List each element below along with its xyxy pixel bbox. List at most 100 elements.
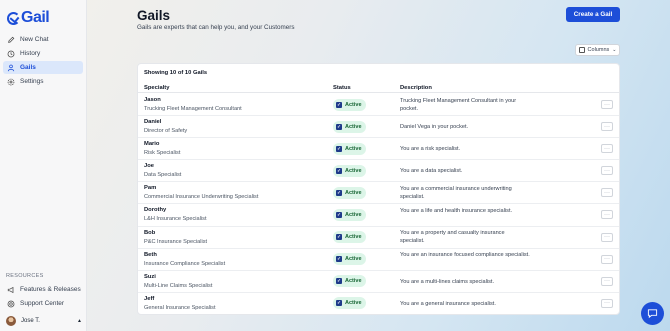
checkbox-checked-icon: ✓ [336, 189, 342, 196]
chevron-down-icon: ⌄ [612, 47, 617, 53]
table-row[interactable]: Bob P&C Insurance Specialist ✓ Active You ar… [138, 227, 619, 249]
sidebar-item-support-center[interactable]: Support Center [3, 297, 83, 310]
table-row[interactable]: Pam Commercial Insurance Underwriting Spe… [138, 182, 619, 205]
caret-up-icon: ▲ [77, 317, 82, 324]
status-label: Active [345, 189, 362, 196]
more-horizontal-icon: ··· [604, 123, 610, 130]
table-row[interactable]: Jeff General Insurance Specialist ✓ Active Y… [138, 293, 619, 315]
table-row[interactable]: Daniel Director of Safety ✓ Active Daniel Ve… [138, 116, 619, 139]
brand-name: Gail [21, 9, 50, 26]
table-row[interactable]: Joe Data Specialist ✓ Active You are a data … [138, 160, 619, 183]
sidebar-item-label: Gails [20, 64, 36, 71]
more-horizontal-icon: ··· [604, 167, 610, 174]
sidebar-item-label: History [20, 50, 41, 57]
row-actions-button[interactable]: ··· [601, 298, 613, 308]
gail-description: You are a commercial insurance underwrit… [400, 185, 512, 200]
sidebar-item-label: New Chat [20, 36, 49, 43]
checkbox-checked-icon: ✓ [336, 256, 342, 263]
table-row[interactable]: Beth Insurance Compliance Specialist ✓ Acti… [138, 249, 619, 271]
row-actions-button[interactable]: ··· [601, 188, 613, 198]
user-menu[interactable]: Jose T. ▲ [6, 315, 82, 326]
sidebar-item-settings[interactable]: Settings [3, 75, 83, 88]
gails-table: Showing 10 of 10 Gails Specialty Status … [137, 63, 620, 315]
gail-specialty: Commercial Insurance Underwriting Specia… [144, 194, 259, 201]
status-label: Active [345, 278, 362, 285]
gail-name: Jeff [144, 295, 155, 302]
gail-name: Dorothy [144, 207, 167, 214]
column-header-status[interactable]: Status [333, 85, 351, 91]
gail-specialty: Data Specialist [144, 172, 182, 179]
gail-name: Daniel [144, 119, 162, 126]
gail-description: You are a property and casualty insuranc… [400, 230, 505, 245]
gail-name: Beth [144, 251, 157, 258]
row-actions-button[interactable]: ··· [601, 166, 613, 176]
gear-icon [7, 78, 15, 86]
more-horizontal-icon: ··· [604, 211, 610, 218]
more-horizontal-icon: ··· [604, 189, 610, 196]
row-actions-button[interactable]: ··· [601, 100, 613, 109]
status-label: Active [345, 167, 362, 174]
columns-button[interactable]: Columns ⌄ [575, 44, 620, 56]
status-label: Active [345, 101, 362, 108]
status-label: Active [345, 145, 362, 152]
more-horizontal-icon: ··· [604, 278, 610, 285]
more-horizontal-icon: ··· [604, 145, 610, 152]
checkbox-checked-icon: ✓ [336, 123, 342, 130]
status-badge: ✓ Active [333, 275, 366, 288]
edit-icon [7, 36, 15, 44]
row-actions-button[interactable]: ··· [601, 254, 613, 264]
gail-description: You are a general insurance specialist. [400, 300, 496, 307]
column-header-description[interactable]: Description [400, 85, 432, 91]
checkbox-checked-icon: ✓ [336, 145, 342, 152]
gail-specialty: Director of Safety [144, 128, 188, 135]
user-name: Jose T. [21, 317, 40, 324]
table-body: Jason Trucking Fleet Management Consultan… [138, 94, 619, 315]
more-horizontal-icon: ··· [604, 300, 610, 307]
logo[interactable]: Gail [7, 9, 50, 27]
resources-nav: Features & Releases Support Center [3, 283, 83, 311]
gail-name: Jason [144, 97, 161, 103]
history-icon [7, 50, 15, 58]
sidebar-item-new-chat[interactable]: New Chat [3, 33, 83, 46]
gail-description: Trucking Fleet Management Consultant in … [400, 97, 517, 112]
row-actions-button[interactable]: ··· [601, 232, 613, 242]
row-actions-button[interactable]: ··· [601, 144, 613, 154]
status-badge: ✓ Active [333, 186, 366, 199]
create-gail-button[interactable]: Create a Gail [566, 7, 620, 22]
table-row[interactable]: Mario Risk Specialist ✓ Active You are a ris… [138, 138, 619, 161]
gail-logo-icon [7, 11, 20, 25]
more-horizontal-icon: ··· [604, 234, 610, 241]
row-actions-button[interactable]: ··· [601, 276, 613, 286]
resources-heading: RESOURCES [6, 273, 44, 279]
gails-icon [7, 64, 15, 72]
gail-specialty: Risk Specialist [144, 150, 181, 157]
table-row[interactable]: Jason Trucking Fleet Management Consultan… [138, 94, 619, 117]
gail-description: You are a data specialist. [400, 168, 463, 175]
checkbox-checked-icon: ✓ [336, 300, 342, 307]
sidebar-item-gails[interactable]: Gails [3, 61, 83, 74]
sidebar-item-history[interactable]: History [3, 47, 83, 60]
table-row[interactable]: Dorothy L&H Insurance Specialist ✓ Active Yo… [138, 204, 619, 227]
checkbox-checked-icon: ✓ [336, 211, 342, 218]
chat-launcher-button[interactable] [641, 302, 664, 325]
status-label: Active [345, 123, 362, 130]
gail-specialty: General Insurance Specialist [144, 304, 216, 311]
page-subtitle: Gails are experts that can help you, and… [137, 24, 295, 31]
more-horizontal-icon: ··· [604, 101, 610, 108]
table-header: Specialty Status Description [138, 78, 619, 93]
table-row[interactable]: Suzi Multi-Line Claims Specialist ✓ Active Y… [138, 271, 619, 293]
gail-description: You are a life and health insurance spec… [400, 207, 513, 214]
chat-icon [647, 309, 658, 319]
status-badge: ✓ Active [333, 98, 366, 111]
megaphone-icon [7, 286, 15, 294]
sidebar-item-label: Features & Releases [20, 286, 81, 293]
table-count: Showing 10 of 10 Gails [144, 70, 208, 76]
column-header-specialty[interactable]: Specialty [144, 85, 169, 91]
sidebar-nav: New Chat History Gails Settings [3, 33, 83, 89]
row-actions-button[interactable]: ··· [601, 122, 613, 132]
status-label: Active [345, 300, 362, 307]
gail-specialty: L&H Insurance Specialist [144, 216, 207, 223]
row-actions-button[interactable]: ··· [601, 210, 613, 220]
sidebar-item-features-releases[interactable]: Features & Releases [3, 283, 83, 296]
gail-name: Bob [144, 229, 156, 236]
